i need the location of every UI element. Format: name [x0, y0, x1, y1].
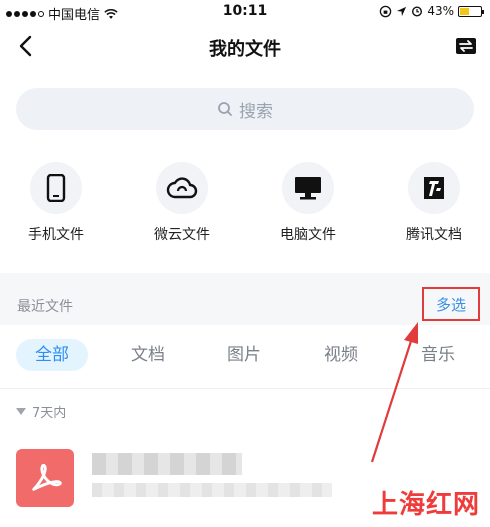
cloud-icon — [156, 162, 208, 214]
file-name-blurred — [92, 453, 242, 475]
page-title: 我的文件 — [209, 39, 281, 60]
tencent-docs-icon — [408, 162, 460, 214]
recent-files-header: 最近文件 多选 — [0, 283, 490, 325]
transfer-icon — [456, 38, 476, 54]
transfer-button[interactable] — [454, 34, 478, 58]
search-input[interactable]: 搜索 — [16, 88, 474, 130]
quick-entry-label: 电脑文件 — [280, 227, 336, 243]
quick-entry-tencent-docs[interactable]: 腾讯文档 — [384, 162, 484, 244]
group-label: 7天内 — [32, 406, 67, 421]
search-placeholder: 搜索 — [239, 101, 273, 122]
rotation-lock-icon — [380, 5, 392, 17]
recent-files-title: 最近文件 — [17, 299, 73, 315]
watermark: 上海红网 — [371, 490, 480, 520]
group-header-7-days[interactable]: 7天内 — [16, 402, 66, 421]
search-icon — [218, 102, 232, 116]
screen: 中国电信 10:11 43% 我的文件 搜索 手机文件 微云文件 电脑文件 腾讯… — [0, 0, 490, 527]
battery-percent: 43% — [427, 4, 454, 18]
alarm-icon — [412, 6, 423, 17]
location-icon — [397, 6, 407, 16]
quick-entry-label: 微云文件 — [154, 227, 210, 243]
tab-videos[interactable]: 视频 — [311, 339, 371, 371]
multi-select-button[interactable]: 多选 — [422, 287, 480, 321]
tabs-divider — [0, 388, 490, 389]
quick-entries: 手机文件 微云文件 电脑文件 腾讯文档 — [0, 162, 490, 247]
file-type-tabs: 全部 文档 图片 视频 音乐 — [0, 333, 490, 377]
quick-entry-phone-files[interactable]: 手机文件 — [6, 162, 106, 244]
quick-entry-cloud-files[interactable]: 微云文件 — [132, 162, 232, 244]
phone-icon — [30, 162, 82, 214]
nav-bar: 我的文件 — [0, 24, 490, 70]
status-bar: 中国电信 10:11 43% — [0, 0, 490, 24]
battery-icon — [458, 5, 484, 17]
file-meta-blurred — [92, 483, 332, 497]
collapse-triangle-icon — [16, 408, 26, 415]
quick-entry-label: 手机文件 — [28, 227, 84, 243]
section-divider — [0, 273, 490, 283]
tab-all[interactable]: 全部 — [16, 339, 88, 371]
status-right: 43% — [379, 4, 484, 18]
monitor-icon — [282, 162, 334, 214]
pdf-file-icon — [16, 449, 74, 507]
tab-documents[interactable]: 文档 — [118, 339, 178, 371]
battery-level — [460, 7, 469, 15]
quick-entry-pc-files[interactable]: 电脑文件 — [258, 162, 358, 244]
tab-music[interactable]: 音乐 — [408, 339, 468, 371]
quick-entry-label: 腾讯文档 — [406, 227, 462, 243]
tab-images[interactable]: 图片 — [214, 339, 274, 371]
